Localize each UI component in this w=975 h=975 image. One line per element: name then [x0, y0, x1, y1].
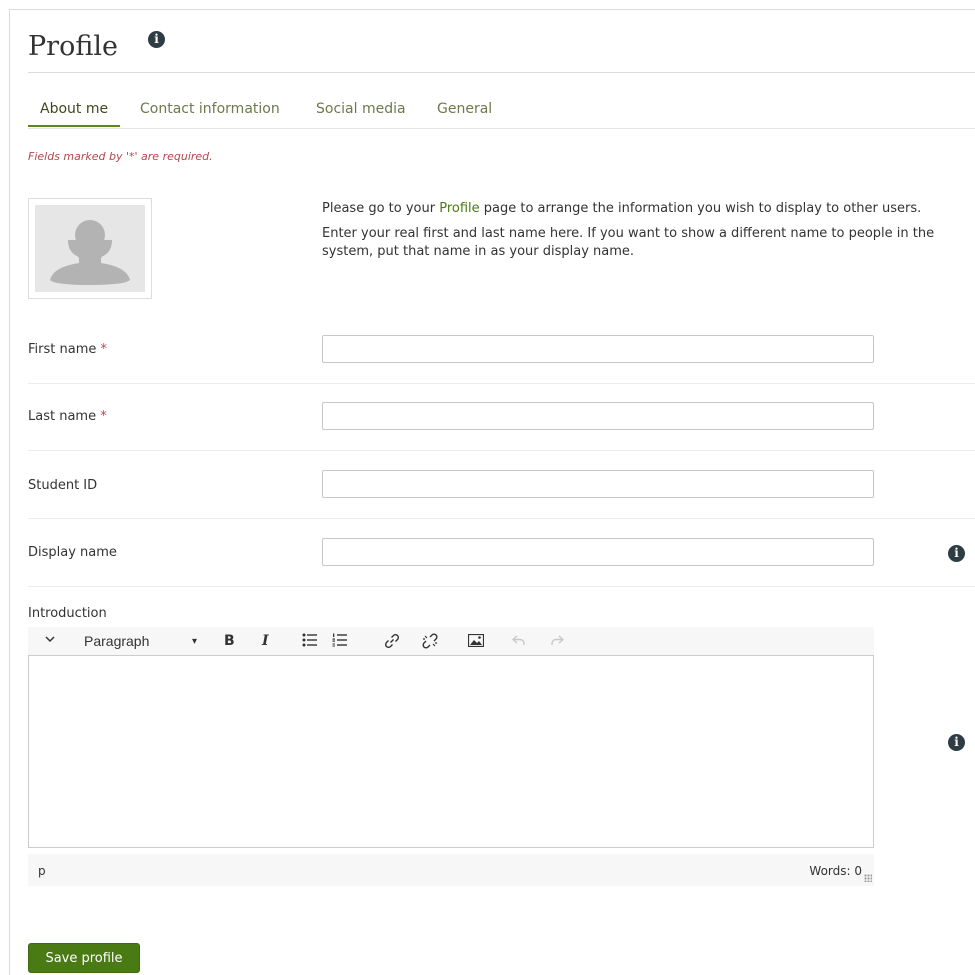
save-profile-button[interactable]: Save profile: [28, 943, 140, 973]
intro-paragraph-2: Enter your real first and last name here…: [322, 226, 935, 259]
profile-intro-text: Please go to your Profile page to arrang…: [322, 200, 962, 268]
profile-link[interactable]: Profile: [439, 201, 479, 216]
word-count: Words: 0: [809, 864, 862, 878]
editor-statusbar: p Words: 0: [28, 854, 874, 886]
last-name-row: Last name *: [28, 383, 975, 451]
bold-icon[interactable]: B: [224, 632, 235, 650]
intro-paragraph-1: Please go to your Profile page to arrang…: [322, 201, 922, 216]
introduction-info-icon[interactable]: i: [948, 734, 965, 751]
display-name-row: Display name i: [28, 518, 975, 587]
display-name-info-icon[interactable]: i: [948, 545, 965, 562]
introduction-label: Introduction: [28, 606, 107, 621]
profile-tabs: About me Contact information Social medi…: [28, 96, 975, 129]
first-name-label: First name *: [28, 342, 107, 357]
student-id-row: Student ID: [28, 450, 975, 519]
tab-contact-information[interactable]: Contact information: [128, 96, 292, 122]
element-path[interactable]: p: [38, 864, 46, 878]
resize-handle-icon[interactable]: [864, 874, 872, 882]
introduction-editor[interactable]: [28, 655, 874, 848]
default-user-avatar-icon: [35, 205, 145, 292]
first-name-input[interactable]: [322, 335, 874, 363]
link-icon[interactable]: [384, 633, 400, 654]
undo-icon[interactable]: [511, 633, 526, 652]
last-name-label: Last name *: [28, 409, 107, 424]
bullet-list-icon[interactable]: [302, 633, 318, 652]
student-id-label: Student ID: [28, 478, 98, 493]
first-name-row: First name *: [28, 316, 975, 384]
title-divider: [28, 72, 975, 73]
display-name-input[interactable]: [322, 538, 874, 566]
redo-icon[interactable]: [550, 633, 565, 652]
editor-toolbar: Paragraph ▾ B I: [28, 627, 874, 655]
chevron-down-icon[interactable]: [44, 632, 56, 650]
image-icon[interactable]: [467, 633, 485, 652]
format-dropdown-caret-icon[interactable]: ▾: [192, 633, 197, 651]
tab-social-media[interactable]: Social media: [304, 96, 418, 122]
page-title: Profile: [28, 31, 118, 62]
numbered-list-icon[interactable]: [332, 633, 348, 652]
display-name-label: Display name: [28, 545, 117, 560]
info-icon[interactable]: i: [148, 31, 165, 48]
avatar: [28, 198, 152, 299]
unlink-icon[interactable]: [422, 633, 438, 654]
last-name-input[interactable]: [322, 402, 874, 430]
required-fields-note: Fields marked by '*' are required.: [28, 150, 213, 163]
paragraph-format-select[interactable]: Paragraph: [84, 632, 149, 650]
tab-about-me[interactable]: About me: [28, 96, 121, 127]
student-id-input[interactable]: [322, 470, 874, 498]
italic-icon[interactable]: I: [262, 632, 269, 650]
tab-general[interactable]: General: [425, 96, 504, 122]
